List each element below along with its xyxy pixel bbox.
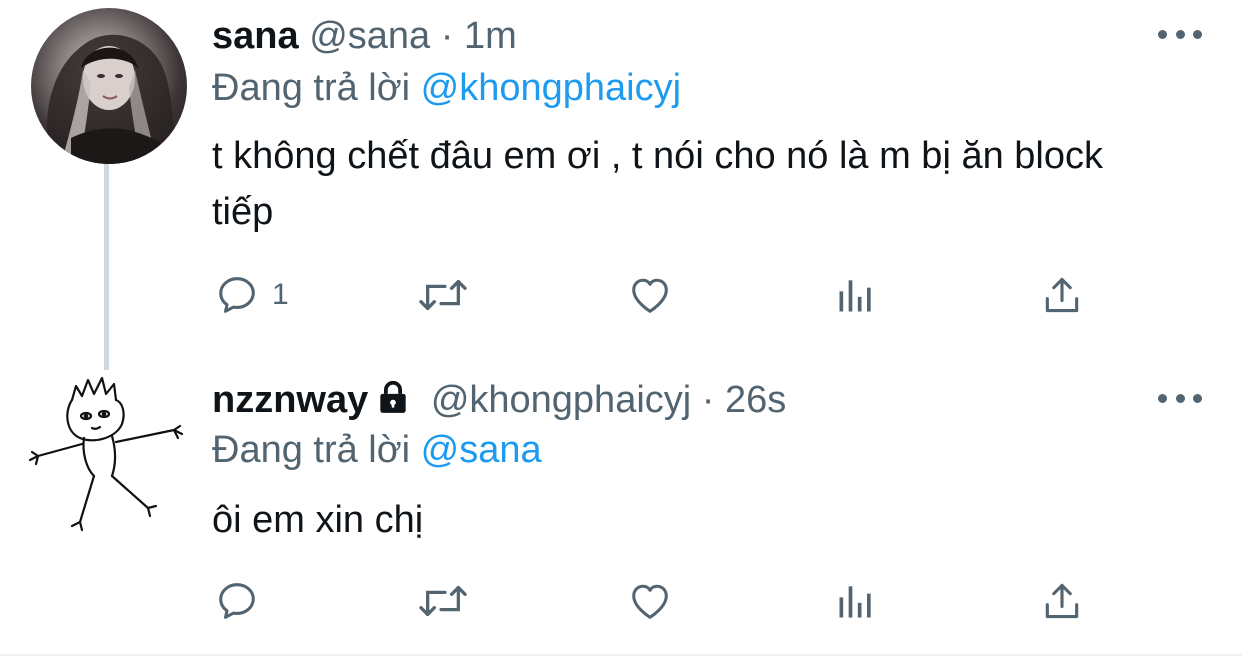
replying-to: Đang trả lời @khongphaicyj — [212, 66, 681, 110]
share-icon — [1045, 583, 1079, 619]
replying-to-mention[interactable]: @khongphaicyj — [421, 67, 681, 109]
tweet-header: nzznway @khongphaicyj · 26s — [212, 378, 786, 426]
analytics-icon — [839, 280, 871, 312]
more-icon — [1158, 393, 1167, 403]
replying-to: Đang trả lời @sana — [212, 428, 542, 472]
more-options-button[interactable] — [1158, 24, 1202, 44]
analytics-button[interactable] — [834, 576, 878, 626]
reply-icon — [219, 583, 255, 619]
replying-to-label: Đang trả lời — [212, 429, 411, 471]
share-button[interactable] — [1040, 576, 1084, 626]
tweet-sana[interactable]: sana @sana · 1m Đang trả lời @khongphaic… — [0, 0, 1242, 352]
action-bar — [0, 576, 1242, 626]
share-button[interactable] — [1040, 270, 1084, 320]
more-icon — [1158, 29, 1167, 39]
reply-button[interactable] — [214, 576, 260, 626]
more-options-button[interactable] — [1158, 388, 1202, 408]
reply-count: 1 — [272, 278, 289, 311]
reply-button[interactable]: 1 — [214, 270, 289, 320]
replying-to-mention[interactable]: @sana — [421, 429, 542, 471]
tweet-header: sana @sana · 1m — [212, 14, 517, 58]
retweet-button[interactable] — [416, 270, 470, 320]
timestamp[interactable]: 1m — [464, 15, 517, 57]
tweet-text: ôi em xin chị — [212, 499, 424, 541]
analytics-button[interactable] — [834, 270, 878, 320]
display-name[interactable]: nzznway — [212, 379, 368, 421]
lock-icon — [374, 378, 412, 426]
avatar-sana[interactable] — [31, 8, 187, 164]
retweet-icon — [419, 585, 467, 617]
separator-dot: · — [701, 379, 715, 421]
tweet-nzznway[interactable]: nzznway @khongphaicyj · 26s Đang trả lời… — [0, 352, 1242, 659]
display-name[interactable]: sana — [212, 15, 299, 57]
action-bar: 1 — [0, 270, 1242, 320]
divider — [0, 654, 1242, 656]
reply-icon — [219, 277, 255, 313]
like-button[interactable] — [626, 576, 674, 626]
timestamp[interactable]: 26s — [725, 379, 786, 421]
like-icon — [632, 278, 668, 313]
like-icon — [632, 584, 668, 619]
user-handle[interactable]: @sana — [309, 15, 430, 57]
separator-dot: · — [440, 15, 454, 57]
retweet-icon — [419, 279, 467, 311]
user-handle[interactable]: @khongphaicyj — [431, 379, 691, 421]
tweet-text: t không chết đâu em ơi , t nói cho nó là… — [212, 135, 1103, 233]
analytics-icon — [839, 586, 871, 618]
share-icon — [1045, 277, 1079, 313]
like-button[interactable] — [626, 270, 674, 320]
retweet-button[interactable] — [416, 576, 470, 626]
replying-to-label: Đang trả lời — [212, 67, 411, 109]
